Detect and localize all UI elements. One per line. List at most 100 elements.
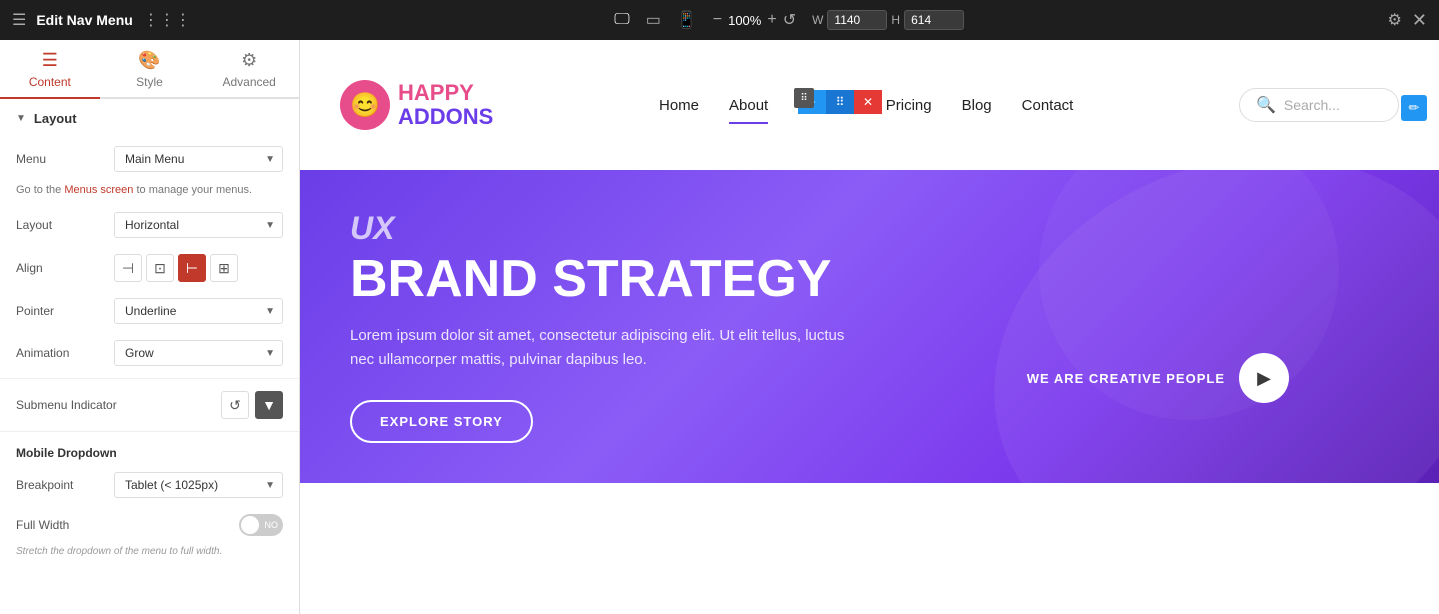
align-center-button[interactable]: ⊡	[146, 254, 174, 282]
content-tab-icon: ☰	[42, 50, 58, 71]
toggle-no-label: NO	[265, 520, 279, 530]
mobile-device-icon[interactable]: 📱	[677, 10, 697, 30]
widget-handle[interactable]: ⠿	[794, 88, 814, 108]
site-header: 😊 HAPPY ADDONS ⠿ + ⠿ ✕	[300, 40, 1439, 170]
style-tab-icon: 🎨	[138, 50, 160, 71]
search-placeholder: Search...	[1284, 97, 1340, 113]
tablet-device-icon[interactable]: ▭	[646, 10, 661, 30]
explore-story-button[interactable]: EXPLORE STORY	[350, 400, 533, 443]
submenu-row: Submenu Indicator ↺ ▼	[0, 383, 299, 427]
breakpoint-row: Breakpoint Tablet (< 1025px) ▼	[0, 464, 299, 506]
hint-prefix: Go to the	[16, 184, 64, 196]
nav-item-blog[interactable]: Blog	[962, 93, 992, 118]
animation-select-wrapper: Grow ▼	[114, 340, 283, 366]
height-input[interactable]	[904, 10, 964, 30]
pointer-select[interactable]: Underline	[114, 298, 283, 324]
nav-item-home[interactable]: Home	[659, 93, 699, 118]
layout-label: Layout	[16, 218, 106, 232]
canvas-frame: 😊 HAPPY ADDONS ⠿ + ⠿ ✕	[300, 40, 1439, 614]
zoom-refresh-button[interactable]: ↺	[783, 10, 796, 30]
layout-section-title: Layout	[34, 111, 77, 126]
submenu-type-button[interactable]: ▼	[255, 391, 283, 419]
width-input[interactable]	[827, 10, 887, 30]
panel-content: ▼ Layout Menu Main Menu ▼ Go to the Menu…	[0, 99, 299, 565]
play-label: WE ARE CREATIVE PEOPLE	[1027, 371, 1225, 386]
hero-section: UX BRAND STRATEGY Lorem ipsum dolor sit …	[300, 170, 1439, 483]
tab-advanced[interactable]: ⚙ Advanced	[199, 40, 299, 99]
search-box[interactable]: 🔍 Search...	[1239, 88, 1399, 122]
align-right-button[interactable]: ⊢	[178, 254, 206, 282]
width-label: W	[812, 13, 823, 27]
advanced-tab-icon: ⚙	[241, 50, 257, 71]
submenu-reset-button[interactable]: ↺	[221, 391, 249, 419]
breakpoint-select-wrapper: Tablet (< 1025px) ▼	[114, 472, 283, 498]
tab-content[interactable]: ☰ Content	[0, 40, 100, 99]
layout-section-header[interactable]: ▼ Layout	[0, 99, 299, 138]
animation-select[interactable]: Grow	[114, 340, 283, 366]
divider-2	[0, 431, 299, 432]
edit-pen-button[interactable]: ✏	[1401, 95, 1427, 121]
zoom-in-button[interactable]: +	[767, 11, 776, 29]
nav-item-about[interactable]: About	[729, 93, 768, 118]
menu-select[interactable]: Main Menu	[114, 146, 283, 172]
panel-tabs: ☰ Content 🎨 Style ⚙ Advanced	[0, 40, 299, 99]
hero-ux: UX	[350, 210, 1389, 247]
top-bar-title: Edit Nav Menu	[36, 12, 132, 28]
logo-text: HAPPY ADDONS	[398, 81, 493, 129]
align-justify-button[interactable]: ⊞	[210, 254, 238, 282]
tab-content-label: Content	[29, 75, 71, 89]
play-button[interactable]: ▶	[1239, 353, 1289, 403]
desktop-device-icon[interactable]: 🖵	[614, 11, 629, 29]
tab-style[interactable]: 🎨 Style	[100, 40, 200, 99]
hint-suffix: to manage your menus.	[133, 184, 252, 196]
nav-item-contact[interactable]: Contact	[1022, 93, 1074, 118]
close-icon[interactable]: ✕	[1412, 10, 1427, 31]
menu-label: Menu	[16, 152, 106, 166]
top-bar: ☰ Edit Nav Menu ⋮⋮⋮ 🖵 ▭ 📱 − 100% + ↺ W H…	[0, 0, 1439, 40]
layout-select-wrapper: Horizontal ▼	[114, 212, 283, 238]
top-bar-actions: ⚙ ✕	[1388, 10, 1427, 31]
widget-move-button[interactable]: ⠿	[826, 90, 854, 114]
logo-icon: 😊	[340, 80, 390, 130]
menus-screen-link[interactable]: Menus screen	[64, 184, 133, 196]
full-width-hint: Stretch the dropdown of the menu to full…	[0, 544, 299, 565]
dimensions-area: W H	[812, 10, 964, 30]
logo-area: 😊 HAPPY ADDONS	[340, 80, 493, 130]
menu-row: Menu Main Menu ▼	[0, 138, 299, 180]
nav-item-pricing[interactable]: Pricing	[886, 93, 932, 118]
hero-play-area: WE ARE CREATIVE PEOPLE ▶	[1027, 353, 1289, 403]
top-bar-left: ☰ Edit Nav Menu ⋮⋮⋮	[12, 10, 191, 30]
menu-hint: Go to the Menus screen to manage your me…	[0, 180, 299, 204]
logo-emoji: 😊	[350, 91, 380, 120]
pointer-label: Pointer	[16, 304, 106, 318]
settings-icon[interactable]: ⚙	[1388, 10, 1402, 30]
layout-select[interactable]: Horizontal	[114, 212, 283, 238]
search-icon: 🔍	[1256, 95, 1276, 115]
grid-icon[interactable]: ⋮⋮⋮	[143, 10, 191, 30]
widget-delete-button[interactable]: ✕	[854, 90, 882, 114]
align-left-button[interactable]: ⊣	[114, 254, 142, 282]
full-width-toggle[interactable]: NO	[239, 514, 283, 536]
breakpoint-select[interactable]: Tablet (< 1025px)	[114, 472, 283, 498]
top-bar-center: 🖵 ▭ 📱 − 100% + ↺ W H	[614, 10, 964, 30]
logo-happy: HAPPY	[398, 81, 493, 105]
align-buttons: ⊣ ⊡ ⊢ ⊞	[114, 254, 238, 282]
layout-row: Layout Horizontal ▼	[0, 204, 299, 246]
layout-arrow-icon: ▼	[16, 113, 26, 124]
hamburger-icon[interactable]: ☰	[12, 10, 26, 30]
animation-label: Animation	[16, 346, 106, 360]
zoom-out-button[interactable]: −	[713, 11, 722, 29]
mobile-dropdown-title: Mobile Dropdown	[0, 436, 299, 464]
align-row: Align ⊣ ⊡ ⊢ ⊞	[0, 246, 299, 290]
tab-style-label: Style	[136, 75, 163, 89]
main-layout: ☰ Content 🎨 Style ⚙ Advanced ▼ Layout Me…	[0, 40, 1439, 614]
tab-advanced-label: Advanced	[222, 75, 275, 89]
divider-1	[0, 378, 299, 379]
pointer-select-wrapper: Underline ▼	[114, 298, 283, 324]
full-width-label: Full Width	[16, 518, 231, 532]
full-width-row: Full Width NO	[0, 506, 299, 544]
breakpoint-label: Breakpoint	[16, 478, 106, 492]
submenu-controls: ↺ ▼	[221, 391, 283, 419]
align-label: Align	[16, 261, 106, 275]
zoom-value: 100%	[728, 13, 761, 28]
